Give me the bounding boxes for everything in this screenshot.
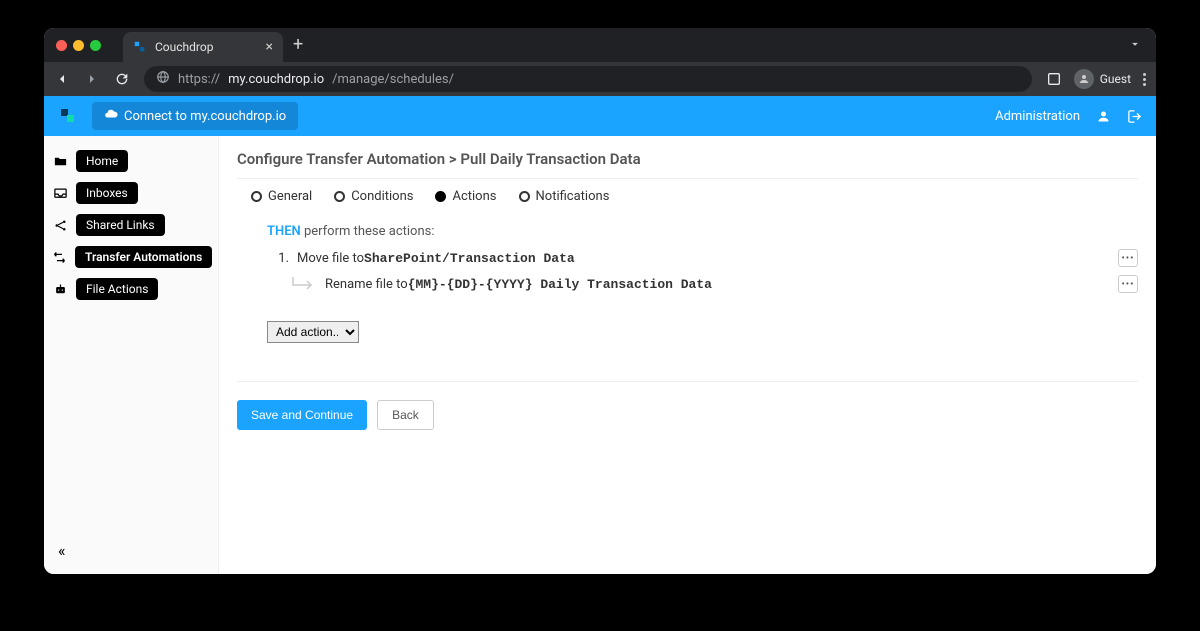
cloud-icon [104, 107, 118, 125]
user-icon[interactable] [1096, 109, 1111, 124]
subaction-menu-button[interactable]: ••• [1118, 275, 1138, 293]
app-logo-icon[interactable] [58, 106, 78, 126]
main-content: Configure Transfer Automation > Pull Dai… [219, 136, 1156, 574]
then-keyword: THEN [267, 224, 301, 239]
subaction-prefix: Rename file to [325, 277, 408, 292]
robot-icon [52, 281, 68, 297]
action-target: SharePoint/Transaction Data [364, 251, 575, 266]
connect-button[interactable]: Connect to my.couchdrop.io [92, 102, 298, 130]
sidebar-item-home[interactable]: Home [76, 150, 128, 172]
browser-window: Couchdrop × + https:// my.couchdrop.io/ma… [44, 28, 1156, 574]
window-controls [56, 40, 101, 51]
avatar-icon [1074, 69, 1094, 89]
breadcrumb-root[interactable]: Configure Transfer Automation [237, 150, 445, 168]
browser-menu-icon[interactable] [1143, 73, 1146, 86]
add-action-select[interactable]: Add action... [267, 321, 359, 343]
breadcrumb-sep: > [445, 150, 460, 168]
url-path: /manage/schedules/ [332, 72, 454, 87]
app-header: Connect to my.couchdrop.io Administratio… [44, 96, 1156, 136]
config-tabs: General Conditions Actions Notifications [237, 189, 1138, 204]
sidebar-collapse-icon[interactable]: « [58, 541, 66, 560]
inbox-icon [52, 185, 68, 201]
breadcrumb-leaf: Pull Daily Transaction Data [460, 150, 640, 168]
save-button[interactable]: Save and Continue [237, 400, 367, 430]
automation-icon [52, 249, 67, 265]
sidebar: Home Inboxes Shared Links Transfer Autom… [44, 136, 219, 574]
share-icon [52, 217, 68, 233]
guest-label: Guest [1100, 72, 1131, 86]
then-rest: perform these actions: [301, 224, 435, 239]
footer-buttons: Save and Continue Back [237, 381, 1138, 430]
sidebar-item-file-actions[interactable]: File Actions [76, 278, 158, 300]
action-row-1: 1. Move file to SharePoint/Transaction D… [267, 249, 1138, 267]
tab-notifications[interactable]: Notifications [519, 189, 610, 204]
connect-label: Connect to my.couchdrop.io [124, 109, 286, 124]
sidebar-item-inboxes[interactable]: Inboxes [76, 182, 138, 204]
tab-general[interactable]: General [251, 189, 312, 204]
sidebar-item-shared-links[interactable]: Shared Links [76, 214, 165, 236]
site-info-icon[interactable] [156, 70, 170, 88]
logout-icon[interactable] [1127, 109, 1142, 124]
actions-panel: THEN perform these actions: 1. Move file… [237, 220, 1138, 343]
new-tab-button[interactable]: + [293, 36, 303, 54]
action-menu-button[interactable]: ••• [1118, 249, 1138, 267]
tab-overflow-icon[interactable] [1128, 36, 1142, 55]
app-body: Home Inboxes Shared Links Transfer Autom… [44, 136, 1156, 574]
minimize-window-dot[interactable] [73, 40, 84, 51]
add-action-control: Add action... [267, 321, 1138, 343]
url-scheme: https:// [178, 72, 220, 87]
address-bar: https:// my.couchdrop.io/manage/schedules… [44, 62, 1156, 96]
action-sub-row: Rename file to {MM}-{DD}-{YYYY} Daily Tr… [267, 275, 1138, 293]
browser-tabbar: Couchdrop × + [44, 28, 1156, 62]
nav-reload-icon[interactable] [114, 71, 130, 87]
sub-arrow-icon [289, 275, 317, 293]
extensions-icon[interactable] [1046, 71, 1062, 87]
folder-icon [52, 153, 68, 169]
url-host: my.couchdrop.io [228, 72, 324, 87]
sidebar-item-transfer-automations[interactable]: Transfer Automations [75, 246, 212, 268]
back-button[interactable]: Back [377, 400, 434, 430]
favicon-icon [133, 40, 147, 54]
tab-actions[interactable]: Actions [435, 189, 496, 204]
maximize-window-dot[interactable] [90, 40, 101, 51]
application: Connect to my.couchdrop.io Administratio… [44, 96, 1156, 574]
tab-close-icon[interactable]: × [266, 39, 273, 55]
profile-guest[interactable]: Guest [1074, 69, 1131, 89]
nav-back-icon[interactable] [54, 71, 70, 87]
url-box[interactable]: https:// my.couchdrop.io/manage/schedules… [144, 66, 1032, 92]
breadcrumb: Configure Transfer Automation > Pull Dai… [237, 150, 1138, 179]
then-line: THEN perform these actions: [267, 220, 1138, 239]
tab-title: Couchdrop [155, 40, 213, 54]
action-number: 1. [267, 251, 289, 266]
browser-tab[interactable]: Couchdrop × [123, 32, 283, 62]
nav-forward-icon[interactable] [84, 71, 100, 87]
action-prefix: Move file to [297, 251, 364, 266]
tab-conditions[interactable]: Conditions [334, 189, 413, 204]
subaction-target: {MM}-{DD}-{YYYY} Daily Transaction Data [408, 277, 712, 292]
close-window-dot[interactable] [56, 40, 67, 51]
admin-link[interactable]: Administration [995, 109, 1080, 124]
